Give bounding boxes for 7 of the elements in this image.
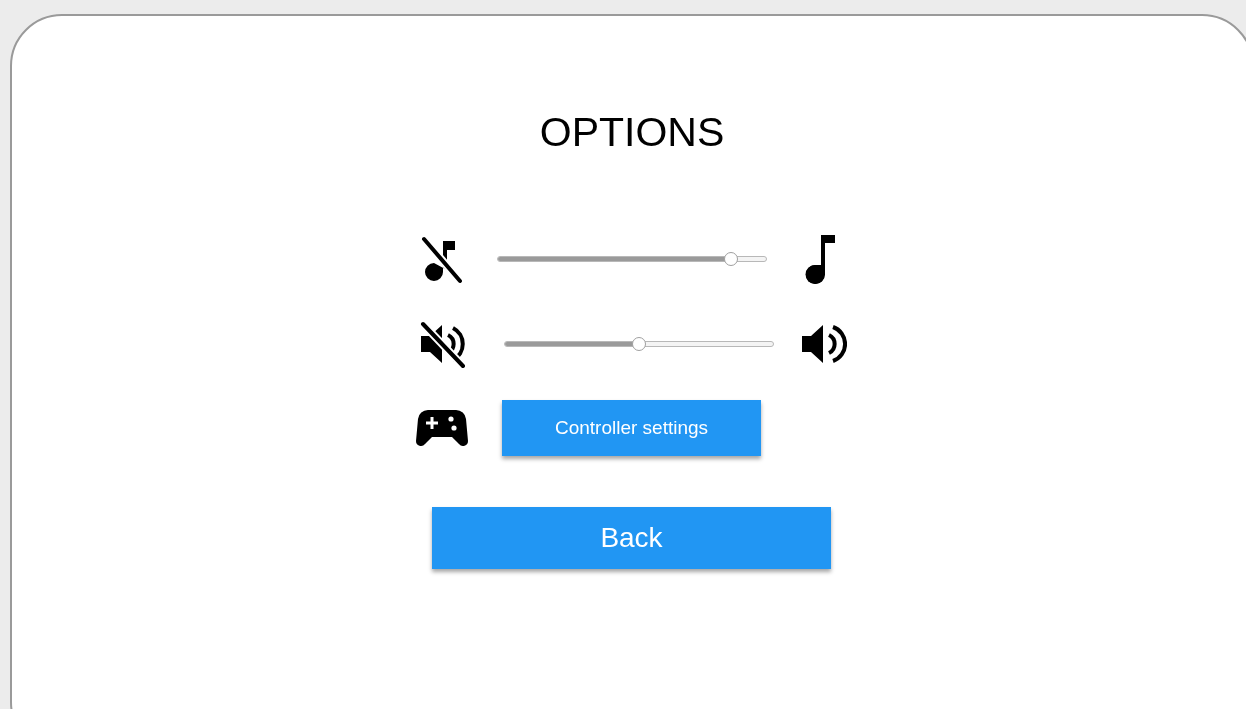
gamepad-icon bbox=[416, 408, 468, 448]
controller-settings-button[interactable]: Controller settings bbox=[502, 400, 761, 456]
speaker-off-icon bbox=[417, 319, 467, 368]
options-title: OPTIONS bbox=[538, 108, 726, 157]
slider-thumb[interactable] bbox=[724, 251, 739, 266]
back-button[interactable]: Back bbox=[432, 507, 831, 569]
slider-thumb[interactable] bbox=[632, 336, 646, 351]
